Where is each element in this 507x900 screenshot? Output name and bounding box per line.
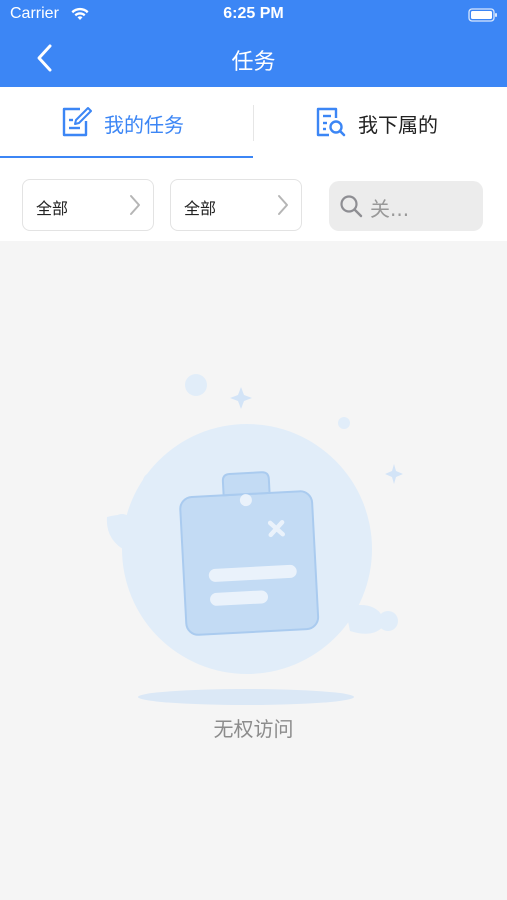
- page-title: 任务: [231, 50, 276, 75]
- filter-select-1-value: 全部: [36, 199, 69, 218]
- document-search-icon: [316, 107, 346, 137]
- battery-icon: [468, 8, 497, 22]
- tab-my-tasks[interactable]: 我的任务: [0, 87, 253, 159]
- clipboard-no-access-icon: [106, 374, 403, 705]
- tab-bar: 我的任务 我下属的: [0, 87, 507, 159]
- filter-select-2-value: 全部: [184, 199, 217, 218]
- edit-document-icon: [62, 107, 92, 137]
- search-input[interactable]: 关...: [329, 181, 483, 231]
- empty-state: 无权访问: [0, 241, 507, 900]
- tab-subordinates[interactable]: 我下属的: [254, 87, 507, 159]
- filter-bar: 全部 全部 关...: [0, 159, 507, 241]
- status-bar: Carrier 6:25 PM: [0, 0, 507, 30]
- filter-select-2[interactable]: 全部: [170, 179, 302, 231]
- nav-bar: 任务: [0, 30, 507, 87]
- search-icon: [340, 195, 363, 218]
- tab-subordinates-label: 我下属的: [358, 113, 438, 137]
- active-tab-indicator: [0, 156, 253, 158]
- chevron-right-icon: [278, 195, 288, 215]
- empty-state-message: 无权访问: [213, 717, 294, 741]
- search-placeholder: 关...: [370, 197, 410, 221]
- filter-select-1[interactable]: 全部: [22, 179, 154, 231]
- chevron-right-icon: [130, 195, 140, 215]
- header: Carrier 6:25 PM 任务: [0, 0, 507, 87]
- status-time: 6:25 PM: [223, 5, 284, 22]
- tab-my-tasks-label: 我的任务: [104, 113, 184, 137]
